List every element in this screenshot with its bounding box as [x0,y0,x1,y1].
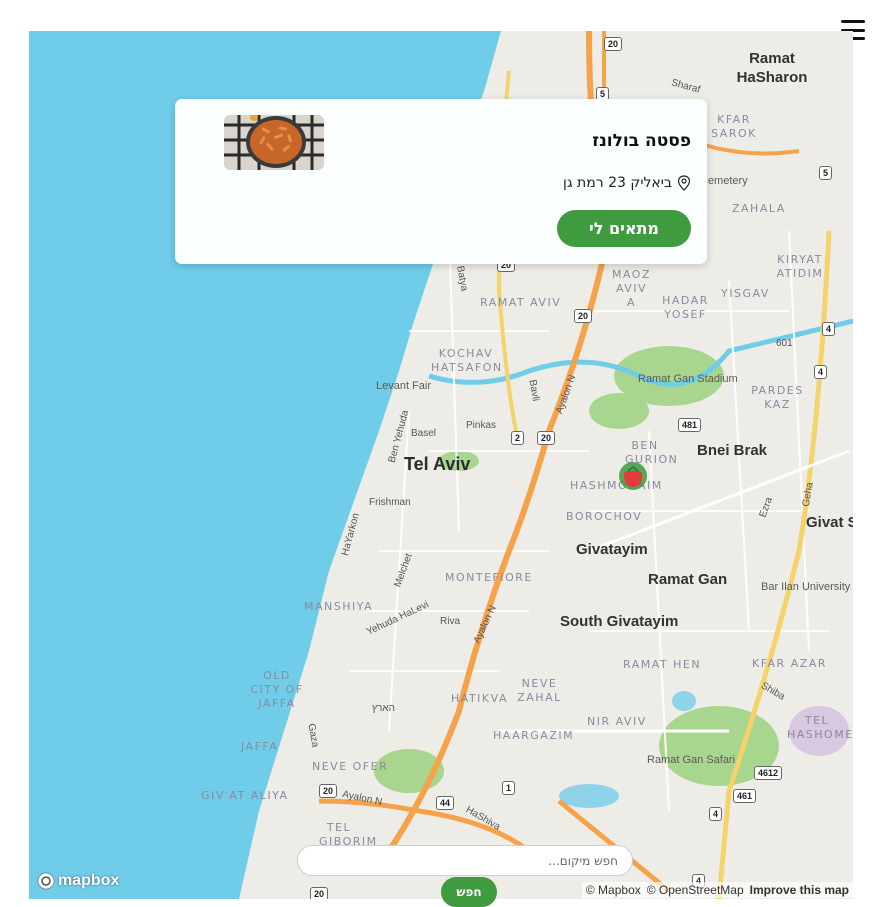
map-attribution: © Mapbox © OpenStreetMap Improve this ma… [581,882,853,898]
mapbox-logo-text: mapbox [58,872,120,889]
road-number: 20 [574,309,593,323]
road-number: 1 [502,781,516,795]
menu-bar [841,20,865,23]
road-number: 4612 [754,766,783,780]
location-search-input[interactable] [297,845,633,876]
mapbox-copyright-link[interactable]: © Mapbox [586,883,641,897]
restaurant-name: פסטה בולונז [592,131,691,151]
road-number: 461 [733,789,757,803]
road-number: 20 [604,37,623,51]
road-number: 5 [819,166,833,180]
location-pin-icon [677,175,691,191]
search-button[interactable]: חפש [441,877,497,907]
mapbox-logo[interactable]: mapbox [37,872,119,890]
road-number: 481 [678,418,702,432]
pasta-dish-image [224,115,324,170]
road-number: 20 [319,784,338,798]
address-text: ביאליק 23 רמת גן [563,175,672,191]
road-number: 2 [511,431,525,445]
restaurant-address: ביאליק 23 רמת גן [563,175,691,191]
road-number: 4 [814,365,828,379]
road-number: 20 [310,887,329,899]
tomato-marker-icon[interactable] [618,461,648,491]
road-number: 44 [436,796,455,810]
road-number: 4 [709,807,723,821]
road-number: 4 [822,322,836,336]
osm-copyright-link[interactable]: © OpenStreetMap [647,883,744,897]
road-number: 20 [537,431,556,445]
mapbox-icon [37,872,55,890]
restaurant-card[interactable]: פסטה בולונז ביאליק 23 רמת גן מתאים לי [175,99,707,264]
improve-map-link[interactable]: Improve this map [750,883,849,897]
match-button[interactable]: מתאים לי [557,210,691,247]
